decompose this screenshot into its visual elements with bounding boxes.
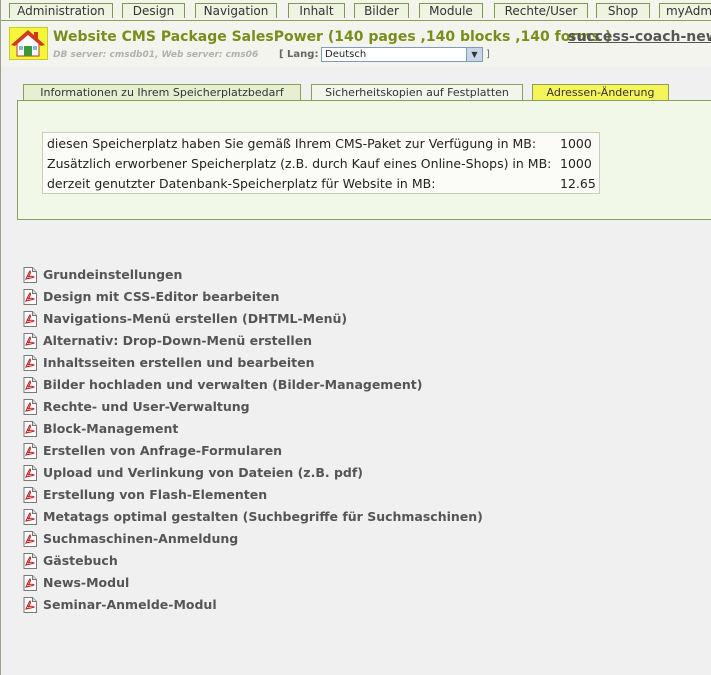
doc-list-item-label[interactable]: Metatags optimal gestalten (Suchbegriffe… [43, 509, 483, 525]
pdf-icon [23, 575, 37, 591]
nav-tab-module[interactable]: Module [419, 3, 483, 18]
db-server-info: DB server: cmsdb01, Web server: cms06 [53, 50, 259, 60]
storage-row-value: 1000 [560, 156, 592, 171]
pdf-icon [23, 311, 37, 327]
home-icon [11, 30, 45, 57]
site-title: Website CMS Package SalesPower (140 page… [53, 29, 612, 45]
doc-list-item-label[interactable]: Rechte- und User-Verwaltung [43, 399, 250, 415]
pdf-icon [23, 553, 37, 569]
pdf-icon [23, 531, 37, 547]
doc-list-item-label[interactable]: Erstellen von Anfrage-Formularen [43, 443, 282, 459]
nav-tab-shop[interactable]: Shop [596, 3, 650, 18]
nav-tab-rechte-user[interactable]: Rechte/User [494, 3, 588, 18]
nav-tab-navigation[interactable]: Navigation [195, 3, 277, 18]
doc-list-item-label[interactable]: Grundeinstellungen [43, 267, 182, 283]
storage-row-value: 12.65 [560, 176, 596, 191]
pdf-icon [23, 443, 37, 459]
pdf-icon [23, 333, 37, 349]
doc-list-item-label[interactable]: Bilder hochladen und verwalten (Bilder-M… [43, 377, 422, 393]
pdf-icon [23, 267, 37, 283]
pdf-icon [23, 597, 37, 613]
pdf-icon [23, 421, 37, 437]
nav-tab-design[interactable]: Design [122, 3, 185, 18]
tab-adressen-aenderung[interactable]: Adressen-Änderung [532, 84, 669, 100]
nav-tab-inhalt[interactable]: Inhalt [288, 3, 345, 18]
pdf-icon [23, 487, 37, 503]
storage-row-label: Zusätzlich erworbener Speicherplatz (z.B… [47, 156, 552, 171]
language-select[interactable]: Deutsch ▼ [321, 47, 483, 62]
doc-list-item-label[interactable]: Design mit CSS-Editor bearbeiten [43, 289, 279, 305]
doc-list-item-label[interactable]: Seminar-Anmelde-Modul [43, 597, 217, 613]
pdf-icon [23, 399, 37, 415]
nav-tab-myadmin[interactable]: myAdm [659, 3, 711, 18]
nav-tab-bilder[interactable]: Bilder [354, 3, 409, 18]
chevron-down-icon[interactable]: ▼ [466, 48, 482, 61]
tab-speicherplatz[interactable]: Informationen zu Ihrem Speicherplatzbeda… [23, 84, 301, 100]
storage-row-label: derzeit genutzter Datenbank-Speicherplat… [47, 176, 436, 191]
lang-label: [ Lang: [279, 49, 319, 60]
pdf-icon [23, 355, 37, 371]
storage-row-label: diesen Speicherplatz haben Sie gemäß Ihr… [47, 136, 537, 151]
doc-list-item-label[interactable]: Gästebuch [43, 553, 118, 569]
site-header: Website CMS Package SalesPower (140 page… [1, 21, 711, 67]
doc-list-item-label[interactable]: Inhaltsseiten erstellen und bearbeiten [43, 355, 315, 371]
top-navigation: Administration Design Navigation Inhalt … [1, 0, 711, 21]
doc-list-item-label[interactable]: Block-Management [43, 421, 178, 437]
site-link[interactable]: success-coach-new [568, 29, 711, 45]
pdf-icon [23, 377, 37, 393]
pdf-icon [23, 289, 37, 305]
lang-bracket-close: ] [486, 49, 490, 60]
nav-tab-administration[interactable]: Administration [9, 3, 113, 18]
doc-list-item-label[interactable]: Navigations-Menü erstellen (DHTML-Menü) [43, 311, 347, 327]
tab-sicherheitskopien[interactable]: Sicherheitskopien auf Festplatten [311, 84, 523, 100]
pdf-icon [23, 509, 37, 525]
doc-list-item-label[interactable]: Upload und Verlinkung von Dateien (z.B. … [43, 465, 363, 481]
home-button[interactable] [9, 27, 48, 60]
language-select-value: Deutsch [325, 49, 367, 60]
pdf-icon [23, 465, 37, 481]
doc-list-item-label[interactable]: Suchmaschinen-Anmeldung [43, 531, 238, 547]
storage-table: diesen Speicherplatz haben Sie gemäß Ihr… [42, 132, 600, 194]
doc-list-item-label[interactable]: News-Modul [43, 575, 129, 591]
storage-row-value: 1000 [560, 136, 592, 151]
doc-list-item-label[interactable]: Alternativ: Drop-Down-Menü erstellen [43, 333, 312, 349]
doc-list-item-label[interactable]: Erstellung von Flash-Elementen [43, 487, 267, 503]
